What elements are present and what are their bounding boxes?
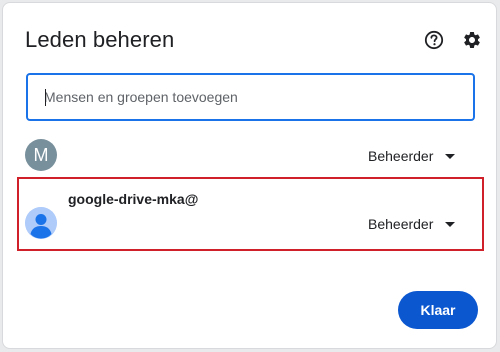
gear-icon[interactable] [461, 29, 483, 51]
add-people-field[interactable] [26, 73, 475, 121]
manage-members-dialog: Leden beheren M Beheerder [2, 2, 497, 349]
member-row: M Beheerder [25, 139, 475, 173]
role-label: Beheerder [368, 148, 434, 164]
dropdown-arrow-icon [445, 153, 456, 159]
avatar: M [25, 139, 57, 171]
add-people-input[interactable] [44, 75, 464, 119]
text-cursor [45, 89, 46, 106]
highlight-box [17, 177, 484, 251]
role-dropdown[interactable]: Beheerder [368, 148, 456, 164]
avatar-letter: M [33, 144, 49, 165]
done-button[interactable]: Klaar [398, 291, 478, 329]
dialog-title: Leden beheren [25, 27, 175, 52]
help-icon[interactable] [423, 29, 445, 51]
